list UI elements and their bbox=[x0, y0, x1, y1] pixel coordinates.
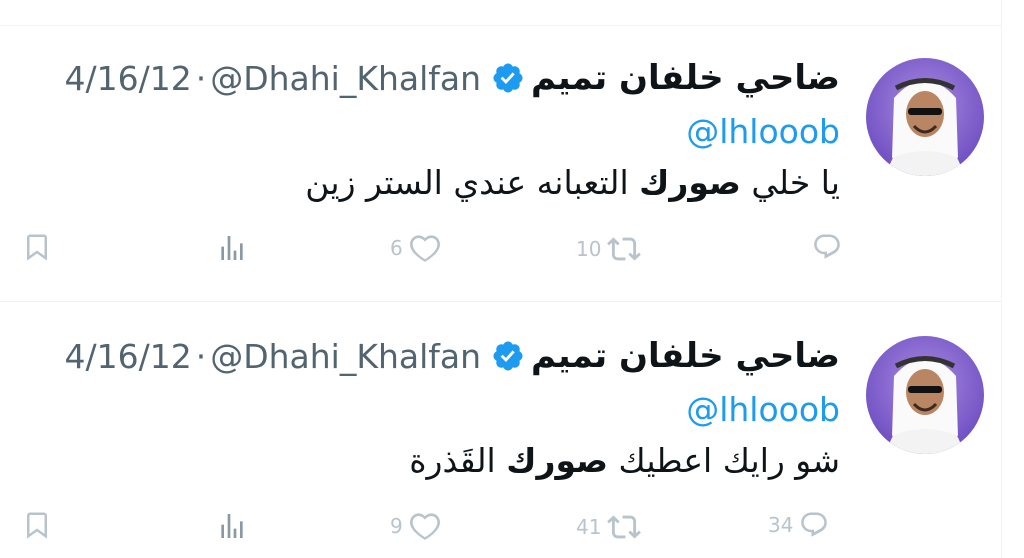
retweet-icon bbox=[607, 515, 642, 539]
reply-to-mention[interactable]: @lhlooob bbox=[686, 112, 840, 156]
verified-badge-icon bbox=[491, 61, 525, 95]
analytics-icon bbox=[221, 236, 243, 260]
tweet-date[interactable]: 4/16/12 bbox=[64, 59, 191, 98]
like-button[interactable]: 9 bbox=[390, 510, 441, 542]
like-count: 9 bbox=[390, 514, 403, 538]
tweet-text-part: شو رايك اعطيك bbox=[608, 441, 840, 480]
tweet-text-bold: صورك bbox=[506, 441, 609, 480]
reply-count: 34 bbox=[768, 513, 794, 537]
author-name[interactable]: ضاحي خلفان تميم bbox=[531, 336, 840, 376]
tweet-actions: 34 41 9 bbox=[0, 510, 1002, 550]
bookmark-button[interactable] bbox=[22, 510, 52, 540]
tweet-1[interactable]: ضاحي خلفان تميم @Dhahi_Khalfan · 4/16/12… bbox=[0, 0, 1002, 276]
reply-icon bbox=[814, 234, 840, 259]
author-avatar[interactable] bbox=[866, 336, 984, 454]
analytics-icon bbox=[221, 514, 243, 538]
reply-icon bbox=[801, 512, 828, 537]
separator: · bbox=[195, 336, 207, 376]
author-name[interactable]: ضاحي خلفان تميم bbox=[531, 58, 840, 98]
tweet-text: شو رايك اعطيك صورك القَذرة bbox=[409, 441, 840, 491]
tweet-2[interactable]: ضاحي خلفان تميم @Dhahi_Khalfan · 4/16/12… bbox=[0, 278, 1002, 554]
heart-icon bbox=[409, 235, 440, 262]
author-avatar[interactable] bbox=[866, 58, 984, 176]
tweet-feed: ضاحي خلفان تميم @Dhahi_Khalfan · 4/16/12… bbox=[0, 0, 1002, 558]
tweet-text: يا خلي صورك التعبانه عندي الستر زين bbox=[305, 163, 840, 213]
tweet-date[interactable]: 4/16/12 bbox=[64, 337, 191, 376]
views-button[interactable] bbox=[216, 232, 248, 264]
views-button[interactable] bbox=[216, 510, 248, 542]
reply-button[interactable]: 34 bbox=[768, 510, 829, 540]
heart-icon bbox=[409, 513, 440, 540]
separator: · bbox=[195, 58, 207, 98]
retweet-icon bbox=[607, 237, 642, 261]
author-handle[interactable]: @Dhahi_Khalfan bbox=[210, 59, 481, 98]
reply-to-mention[interactable]: @lhlooob bbox=[686, 390, 840, 434]
tweet-text-part: القَذرة bbox=[409, 441, 507, 480]
tweet-header: ضاحي خلفان تميم @Dhahi_Khalfan · 4/16/12 bbox=[64, 55, 840, 101]
bookmark-button[interactable] bbox=[22, 232, 52, 262]
bookmark-icon bbox=[27, 512, 47, 539]
verified-badge-icon bbox=[491, 339, 525, 373]
retweet-count: 41 bbox=[576, 515, 602, 539]
retweet-button[interactable]: 10 bbox=[576, 232, 642, 266]
retweet-button[interactable]: 41 bbox=[576, 510, 642, 544]
author-handle[interactable]: @Dhahi_Khalfan bbox=[210, 337, 481, 376]
tweet-text-bold: صورك bbox=[639, 163, 741, 202]
like-count: 6 bbox=[390, 236, 403, 260]
like-button[interactable]: 6 bbox=[390, 232, 441, 264]
tweet-actions: 10 6 bbox=[0, 232, 1002, 272]
tweet-text-part: يا خلي bbox=[740, 163, 840, 202]
tweet-header: ضاحي خلفان تميم @Dhahi_Khalfan · 4/16/12 bbox=[64, 333, 840, 379]
tweet-text-part: التعبانه عندي الستر زين bbox=[305, 163, 640, 202]
retweet-count: 10 bbox=[576, 237, 602, 261]
column-border bbox=[1001, 0, 1002, 558]
reply-button[interactable] bbox=[806, 232, 842, 262]
bookmark-icon bbox=[27, 234, 47, 261]
